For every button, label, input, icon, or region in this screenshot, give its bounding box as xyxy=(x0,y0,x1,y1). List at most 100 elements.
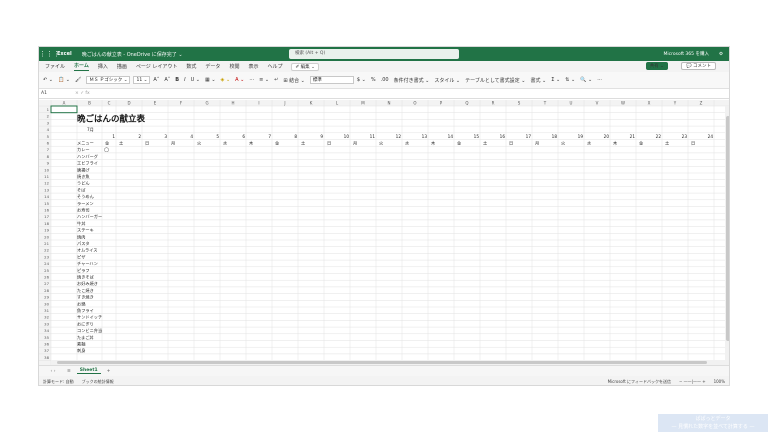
menu-item: ラーメン xyxy=(77,201,94,207)
vertical-scrollbar-thumb[interactable] xyxy=(726,116,730,341)
row-number: 12 xyxy=(44,181,49,186)
horizontal-scrollbar-thumb[interactable] xyxy=(57,361,707,364)
paste-button[interactable]: 📋 ⌄ xyxy=(58,77,70,83)
menu-home[interactable]: ホーム xyxy=(74,62,89,71)
bold-button[interactable]: B xyxy=(175,77,179,83)
autosum-icon[interactable]: Σ ⌄ xyxy=(551,77,560,83)
gear-icon[interactable]: ⚙ xyxy=(719,52,723,57)
conditional-format-button[interactable]: 条件付き書式 ⌄ xyxy=(394,77,430,84)
row-number: 11 xyxy=(44,174,49,179)
menu-page-layout[interactable]: ページ レイアウト xyxy=(136,63,178,70)
menu-draw[interactable]: 描画 xyxy=(117,63,127,70)
cell-format-button[interactable]: 書式 ⌄ xyxy=(530,77,546,84)
day-number: 22 xyxy=(656,134,662,139)
menu-item: お鍋 xyxy=(77,300,85,306)
sheet-tab-sheet1[interactable]: Sheet1 xyxy=(76,368,101,374)
add-sheet-button[interactable]: + xyxy=(107,369,111,374)
excel-window: ⋮⋮⋮ Excel 晩ごはんの献立表 - OneDrive に保存完了 ⌄ 検索… xyxy=(38,46,730,386)
selected-cell-a1[interactable] xyxy=(50,105,78,114)
menu-item: オムライス xyxy=(77,248,97,254)
sort-filter-icon[interactable]: ⇅ ⌄ xyxy=(565,77,575,83)
fill-color-icon[interactable]: ◈ ⌄ xyxy=(221,77,231,83)
fx-icon[interactable]: × ✓ fx xyxy=(75,91,90,96)
currency-button[interactable]: $ ⌄ xyxy=(357,77,366,83)
column-header-u: U xyxy=(570,101,573,106)
edit-mode-button[interactable]: ✐ 編集 ⌄ xyxy=(291,62,319,71)
weekday-label: 金 xyxy=(105,140,110,146)
menu-item: サンドイッチ xyxy=(77,315,102,321)
row-number: 19 xyxy=(44,228,49,233)
font-color-icon[interactable]: A ⌄ xyxy=(235,77,244,83)
wrap-text-icon[interactable]: ↵ xyxy=(274,77,278,83)
weekday-label: 日 xyxy=(327,141,331,147)
undo-button[interactable]: ↶ ⌄ xyxy=(43,77,53,83)
align-icon[interactable]: ≡ ⌄ xyxy=(259,77,269,83)
row-number: 33 xyxy=(44,321,49,326)
column-header-n: N xyxy=(388,101,391,106)
day-number: 12 xyxy=(396,134,402,139)
menu-view[interactable]: 表示 xyxy=(248,63,258,70)
column-header-g: G xyxy=(205,101,208,106)
number-format-select[interactable]: 標準 xyxy=(309,76,354,84)
menu-item: 焼きそば xyxy=(77,274,95,281)
day-number: 9 xyxy=(320,134,323,139)
document-title[interactable]: 晩ごはんの献立表 - OneDrive に保存完了 ⌄ xyxy=(82,51,183,58)
weekday-label: 木 xyxy=(613,140,618,147)
ribbon-toolbar: ↶ ⌄ 📋 ⌄ 🖌 ＭＳ Ｐゴシック ⌄ 11 ⌄ A˄ A˅ B I U ⌄ … xyxy=(39,72,729,89)
menu-formulas[interactable]: 数式 xyxy=(186,63,196,70)
row-number: 18 xyxy=(44,221,49,226)
name-box[interactable]: A1 xyxy=(39,91,65,96)
weekday-label: 月 xyxy=(535,141,539,147)
format-as-table-button[interactable]: テーブルとして書式設定 ⌄ xyxy=(465,77,525,84)
premium-link[interactable]: Microsoft 365 を購入 xyxy=(664,51,709,57)
merge-button[interactable]: ⊞ 結合 ⌄ xyxy=(283,77,305,84)
menu-data[interactable]: データ xyxy=(205,63,220,70)
font-size-select[interactable]: 11 ⌄ xyxy=(133,76,151,84)
day-number: 13 xyxy=(422,134,428,139)
sheet-list-icon[interactable]: ≡ xyxy=(67,369,71,374)
row-number: 26 xyxy=(44,275,49,280)
workbook-stats-status[interactable]: ブックの統計情報 xyxy=(82,379,114,385)
app-launcher-icon[interactable]: ⋮⋮⋮ xyxy=(39,47,60,61)
grid-canvas[interactable]: A B C D E F G H I J K L M N O P Q R S T U V W X Y Z12345678910111… xyxy=(39,100,730,365)
menu-file[interactable]: ファイル xyxy=(45,63,65,70)
column-header-x: X xyxy=(648,101,651,106)
menu-review[interactable]: 校閲 xyxy=(229,63,239,70)
font-name-select[interactable]: ＭＳ Ｐゴシック ⌄ xyxy=(86,76,131,84)
underline-button[interactable]: U ⌄ xyxy=(191,77,200,83)
share-button[interactable]: 共有 ⌄ xyxy=(645,62,668,70)
ribbon-overflow-button[interactable]: ··· xyxy=(597,77,602,83)
decimal-button[interactable]: .00 xyxy=(381,77,389,83)
row-number: 25 xyxy=(44,268,49,273)
menu-help[interactable]: ヘルプ xyxy=(267,63,282,70)
day-number: 18 xyxy=(552,134,558,139)
menu-item: パスタ xyxy=(77,240,90,247)
weekday-label: 月 xyxy=(353,141,357,147)
menu-insert[interactable]: 挿入 xyxy=(98,63,108,70)
zoom-slider[interactable]: − ——|—— + xyxy=(679,379,706,384)
app-name[interactable]: Excel xyxy=(57,51,72,57)
calc-mode-status[interactable]: 計算モード: 自動 xyxy=(43,379,74,385)
grow-font-button[interactable]: A˄ xyxy=(153,77,159,83)
row-number: 30 xyxy=(44,301,49,306)
search-input[interactable]: 検索 (Alt + Q) xyxy=(289,49,459,59)
format-painter-icon[interactable]: 🖌 xyxy=(75,77,81,83)
zoom-level[interactable]: 100% xyxy=(714,379,725,384)
title-bar: ⋮⋮⋮ Excel 晩ごはんの献立表 - OneDrive に保存完了 ⌄ 検索… xyxy=(39,47,729,61)
find-icon[interactable]: 🔍 ⌄ xyxy=(580,77,592,83)
column-header-bar[interactable] xyxy=(39,100,730,106)
row-number: 17 xyxy=(44,214,49,219)
percent-button[interactable]: % xyxy=(371,77,376,83)
border-icon[interactable]: ▦ ⌄ xyxy=(205,77,216,83)
cell-styles-button[interactable]: スタイル ⌄ xyxy=(434,77,460,84)
spreadsheet-grid[interactable]: A B C D E F G H I J K L M N O P Q R S T U V W X Y Z 1 2 3 4 5 6 7 8 9 10 11 1… xyxy=(39,100,730,365)
more-font-options-button[interactable]: ··· xyxy=(249,77,254,83)
menu-header: メニュー xyxy=(77,141,94,146)
sheet-nav-arrows[interactable]: ‹ › xyxy=(39,369,67,374)
comments-button[interactable]: 💬 コメント xyxy=(680,62,716,70)
shrink-font-button[interactable]: A˅ xyxy=(164,77,170,83)
weekday-label: 火 xyxy=(379,141,384,146)
italic-button[interactable]: I xyxy=(184,77,185,83)
weekday-label: 金 xyxy=(639,140,644,146)
feedback-link[interactable]: Microsoft にフィードバックを送信 xyxy=(608,379,671,385)
